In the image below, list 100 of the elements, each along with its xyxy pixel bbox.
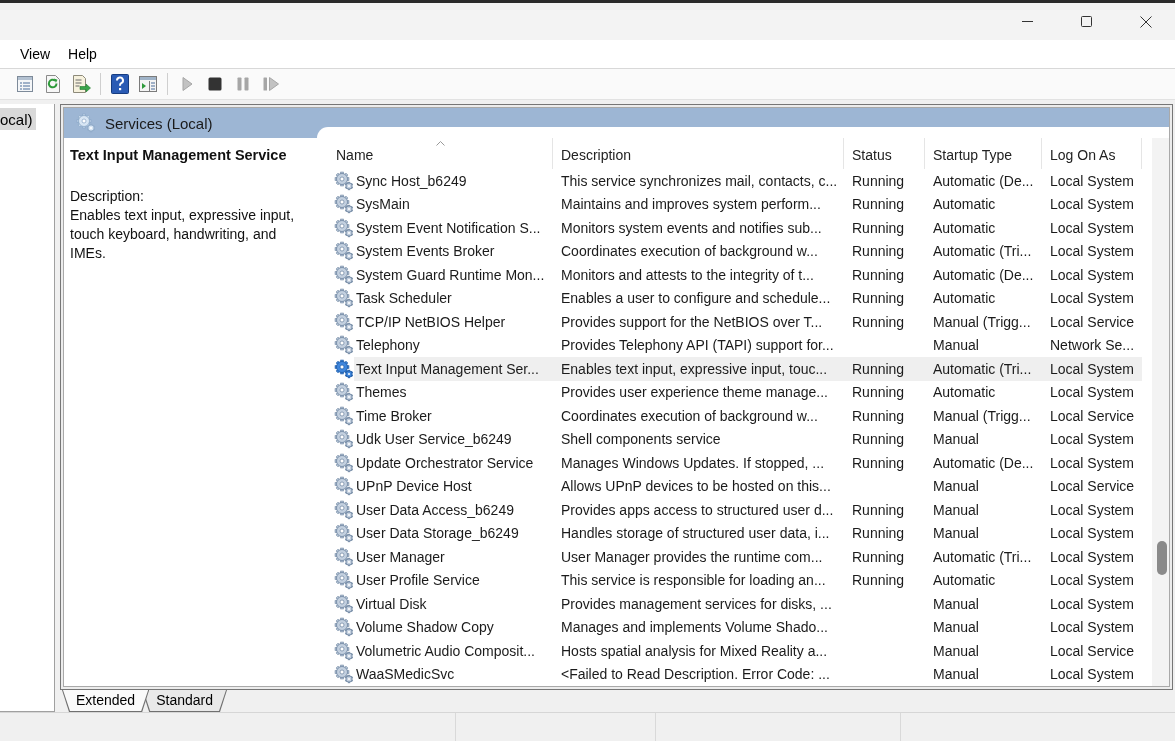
table-cell: Automatic bbox=[933, 219, 996, 236]
table-cell: Enables a user to configure and schedule... bbox=[561, 290, 831, 307]
service-row[interactable]: Themes Provides user experience theme manage... Running Automatic Local System bbox=[354, 380, 1142, 404]
table-cell: UPnP Device Host bbox=[356, 478, 472, 495]
column-header[interactable]: Startup Type bbox=[925, 138, 1042, 169]
table-cell: Running bbox=[852, 196, 905, 213]
table-cell: Manual (Trigg... bbox=[933, 313, 1031, 330]
service-row[interactable]: Virtual Disk Provides management services for disks, ... Manual Local System bbox=[354, 592, 1142, 616]
column-header[interactable]: Name bbox=[327, 138, 553, 169]
service-row[interactable]: SysMain Maintains and improves system perform... Running Automatic Local System bbox=[354, 192, 1142, 216]
service-row[interactable]: System Event Notification S... Monitors system events and notifies sub... Running Automatic Local System bbox=[354, 216, 1142, 240]
view-tab[interactable]: Extended bbox=[62, 690, 150, 712]
table-cell: System Events Broker bbox=[356, 243, 495, 260]
table-cell: Update Orchestrator Service bbox=[356, 454, 534, 471]
service-row[interactable]: User Manager User Manager provides the runtime com... Running Automatic (Tri... Local System bbox=[354, 545, 1142, 569]
table-cell: Local System bbox=[1050, 454, 1135, 471]
table-cell: Monitors and attests to the integrity of t... bbox=[561, 266, 814, 283]
gears-icon bbox=[334, 593, 354, 614]
service-row[interactable]: User Data Access_b6249 Provides apps access to structured user d... Running Manual Local System bbox=[354, 498, 1142, 522]
table-cell: Monitors system events and notifies sub... bbox=[561, 219, 822, 236]
service-row[interactable]: System Events Broker Coordinates execution of background w... Running Automatic (Tri... Local System bbox=[354, 239, 1142, 263]
table-cell: Time Broker bbox=[356, 407, 432, 424]
table-cell: Running bbox=[852, 172, 905, 189]
table-cell: User Manager bbox=[356, 548, 445, 565]
service-row[interactable]: User Profile Service This service is responsible for loading an... Running Automatic Local System bbox=[354, 568, 1142, 592]
table-cell: Running bbox=[852, 384, 905, 401]
table-cell: Local System bbox=[1050, 290, 1135, 307]
table-cell: Text Input Management Ser... bbox=[356, 360, 539, 377]
table-cell: Running bbox=[852, 572, 905, 589]
service-row[interactable]: Time Broker Coordinates execution of background w... Running Manual (Trigg... Local Service bbox=[354, 404, 1142, 428]
table-cell: Sync Host_b6249 bbox=[356, 172, 467, 189]
gears-icon bbox=[334, 640, 354, 661]
table-cell: Handles storage of structured user data, i... bbox=[561, 525, 830, 542]
table-cell: Local System bbox=[1050, 384, 1135, 401]
table-cell: Manual bbox=[933, 595, 979, 612]
table-cell: SysMain bbox=[356, 196, 410, 213]
table-cell: Manual bbox=[933, 478, 979, 495]
table-cell: User Profile Service bbox=[356, 572, 480, 589]
table-cell: Running bbox=[852, 290, 905, 307]
table-cell: Automatic bbox=[933, 290, 996, 307]
gears-icon bbox=[334, 499, 354, 520]
table-cell: Manual bbox=[933, 642, 979, 659]
service-row[interactable]: User Data Storage_b6249 Handles storage of structured user data, i... Running Manual Local System bbox=[354, 521, 1142, 545]
service-row[interactable]: Update Orchestrator Service Manages Windows Updates. If stopped, ... Running Automatic (De... Local System bbox=[354, 451, 1142, 475]
service-title: Text Input Management Service bbox=[70, 146, 288, 165]
table-cell: Manual bbox=[933, 431, 979, 448]
column-header[interactable]: Status bbox=[844, 138, 925, 169]
table-cell: Running bbox=[852, 360, 905, 377]
table-cell: Local System bbox=[1050, 525, 1135, 542]
column-header[interactable]: Description bbox=[553, 138, 844, 169]
service-row[interactable]: Volumetric Audio Composit... Hosts spatial analysis for Mixed Reality a... Manual Local Service bbox=[354, 639, 1142, 663]
gears-icon bbox=[334, 335, 354, 356]
menu-item[interactable]: Help bbox=[59, 40, 106, 68]
gears-icon bbox=[334, 617, 354, 638]
service-row[interactable]: UPnP Device Host Allows UPnP devices to be hosted on this... Manual Local Service bbox=[354, 474, 1142, 498]
table-cell: User Data Storage_b6249 bbox=[356, 525, 519, 542]
gears-icon bbox=[76, 113, 96, 133]
minimize-icon bbox=[1022, 21, 1033, 22]
service-row[interactable]: Udk User Service_b6249 Shell components service Running Manual Local System bbox=[354, 427, 1142, 451]
restart-icon bbox=[261, 74, 281, 94]
close-icon bbox=[1139, 15, 1152, 28]
table-cell: Themes bbox=[356, 384, 407, 401]
table-cell: Manual bbox=[933, 525, 979, 542]
service-row[interactable]: Telephony Provides Telephony API (TAPI) support for... Manual Network Se... bbox=[354, 333, 1142, 357]
service-row[interactable]: Text Input Management Ser... Enables text input, expressive input, touc... Running Automatic (Tri... Local System bbox=[354, 357, 1142, 381]
service-row[interactable]: Sync Host_b6249 This service synchronizes mail, contacts, c... Running Automatic (De... Local System bbox=[354, 169, 1142, 193]
service-row[interactable]: Volume Shadow Copy Manages and implements Volume Shado... Manual Local System bbox=[354, 615, 1142, 639]
document-list-icon bbox=[15, 74, 35, 94]
column-header[interactable]: Log On As bbox=[1042, 138, 1142, 169]
table-cell: Local System bbox=[1050, 172, 1135, 189]
gears-icon bbox=[334, 264, 354, 285]
table-cell: System Event Notification S... bbox=[356, 219, 541, 236]
gears-icon bbox=[334, 194, 354, 215]
maximize-icon bbox=[1081, 16, 1092, 27]
table-cell: TCP/IP NetBIOS Helper bbox=[356, 313, 506, 330]
gears-icon bbox=[334, 311, 354, 332]
table-cell: Running bbox=[852, 501, 905, 518]
scrollbar-thumb[interactable] bbox=[1156, 541, 1167, 575]
table-cell: Automatic (Tri... bbox=[933, 548, 1032, 565]
table-cell: Volumetric Audio Composit... bbox=[356, 642, 535, 659]
service-row[interactable]: Task Scheduler Enables a user to configure and schedule... Running Automatic Local System bbox=[354, 286, 1142, 310]
table-cell: Running bbox=[852, 313, 905, 330]
gears-icon bbox=[334, 358, 354, 379]
menu-item[interactable]: View bbox=[11, 40, 60, 68]
table-cell: Automatic (De... bbox=[933, 454, 1034, 471]
table-cell: Local System bbox=[1050, 360, 1135, 377]
table-cell: Automatic (Tri... bbox=[933, 360, 1032, 377]
table-cell: Running bbox=[852, 407, 905, 424]
table-cell: Running bbox=[852, 243, 905, 260]
gears-icon bbox=[334, 429, 354, 450]
table-cell: Manual (Trigg... bbox=[933, 407, 1031, 424]
service-row[interactable]: System Guard Runtime Mon... Monitors and attests to the integrity of t... Running Automatic (De... Local System bbox=[354, 263, 1142, 287]
service-row[interactable]: WaaSMedicSvc <Failed to Read Description. Error Code: ... Manual Local System bbox=[354, 662, 1142, 686]
table-cell: Provides user experience theme manage... bbox=[561, 384, 828, 401]
scrollbar[interactable] bbox=[1152, 138, 1169, 686]
service-row[interactable]: TCP/IP NetBIOS Helper Provides support for the NetBIOS over T... Running Manual (Trigg... Local Service bbox=[354, 310, 1142, 334]
description-label: Description: bbox=[70, 187, 145, 206]
table-cell: Volume Shadow Copy bbox=[356, 619, 494, 636]
tree-item[interactable]: ocal) bbox=[0, 108, 36, 130]
table-cell: Local System bbox=[1050, 572, 1135, 589]
